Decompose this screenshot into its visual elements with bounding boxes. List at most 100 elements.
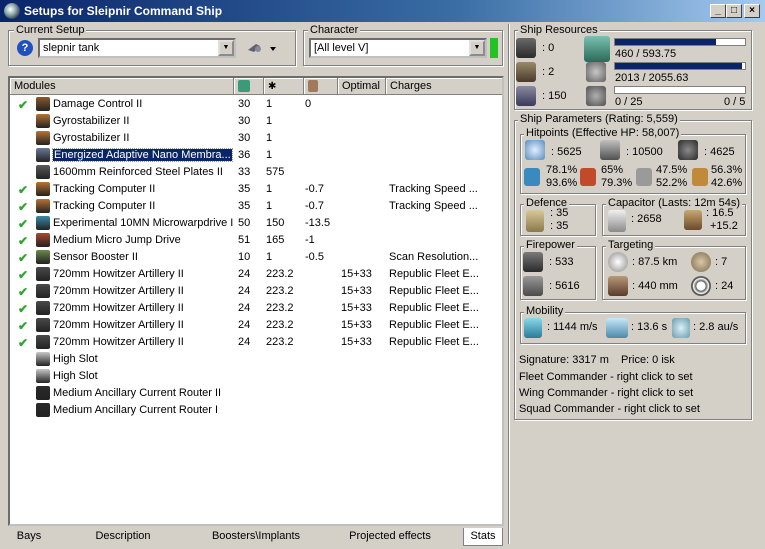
help-icon[interactable]: ? — [17, 40, 33, 56]
module-row[interactable]: ✔ 720mm Howitzer Artillery II 24 223.2 15+33… — [10, 317, 500, 334]
module-icon — [36, 182, 50, 196]
module-row[interactable]: Energized Adaptive Nano Membra... 36 1 — [10, 147, 500, 164]
module-row[interactable]: ✔ 720mm Howitzer Artillery II 24 223.2 15+33… — [10, 300, 500, 317]
max-velocity: : 1144 m/s — [547, 321, 598, 333]
module-name: Medium Ancillary Current Router I — [53, 404, 219, 416]
splitter[interactable] — [508, 24, 510, 544]
module-row[interactable]: ✔ 720mm Howitzer Artillery II 24 223.2 15+33… — [10, 334, 500, 351]
targeting-label: Targeting — [606, 239, 656, 251]
tab-projected-effects[interactable]: Projected effects — [340, 528, 440, 546]
module-name: Tracking Computer II — [53, 183, 156, 195]
thermal-resist-armor: 79.3% — [601, 177, 633, 189]
align-time-icon — [606, 318, 628, 338]
tab-description[interactable]: Description — [78, 528, 168, 546]
module-name: Medium Ancillary Current Router II — [53, 387, 222, 399]
module-capacitor: -0.7 — [305, 200, 324, 212]
module-row[interactable]: ✔ Experimental 10MN Microwarpdrive I 50 150… — [10, 215, 500, 232]
col-charges[interactable]: Charges — [386, 78, 502, 95]
module-cpu: 24 — [238, 285, 251, 297]
em-resist-shield: 78.1% — [546, 164, 578, 176]
module-row[interactable]: Medium Ancillary Current Router I — [10, 402, 500, 419]
module-powergrid: 1 — [266, 251, 273, 263]
module-powergrid: 223.2 — [266, 285, 294, 297]
capacitor-recharge-1: : 16.5 — [706, 207, 734, 219]
bottom-tabs: Bays Description Boosters\Implants Proje… — [8, 528, 503, 546]
module-name: Medium Micro Jump Drive — [53, 234, 181, 246]
chevron-down-icon[interactable]: ▼ — [218, 40, 234, 56]
module-optimal: 15+33 — [341, 336, 372, 348]
shield-hp: : 5625 — [551, 146, 582, 158]
col-optimal[interactable]: Optimal — [338, 78, 386, 95]
module-cpu: 30 — [238, 98, 251, 110]
signature-radius: Signature: 3317 m — [519, 354, 609, 366]
col-modules[interactable]: Modules — [10, 78, 234, 95]
setup-select[interactable]: slepnir tank ▼ — [38, 38, 236, 58]
launcher-count: : 2 — [542, 66, 555, 78]
modules-list[interactable]: Modules ✱ Optimal Charges ✔ Damage Contro… — [8, 76, 504, 526]
title-bar: Setups for Sleipnir Command Ship _ □ × — [0, 0, 765, 22]
wing-commander[interactable]: Wing Commander - right click to set — [519, 387, 693, 399]
module-optimal: 15+33 — [341, 285, 372, 297]
drone-bay-bar — [614, 86, 746, 94]
window-title: Setups for Sleipnir Command Ship — [24, 4, 223, 18]
module-charges: Republic Fleet E... — [389, 319, 479, 331]
module-row[interactable]: High Slot — [10, 368, 500, 385]
kinetic-resist-icon — [636, 168, 652, 186]
module-active-check: ✔ — [18, 268, 29, 282]
setup-menu-button[interactable] — [246, 40, 278, 56]
tab-boosters-implants[interactable]: Boosters\Implants — [200, 528, 312, 546]
module-icon — [36, 148, 50, 162]
sensor-strength: : 24 — [715, 280, 734, 292]
module-cpu: 10 — [238, 251, 251, 263]
module-row[interactable]: High Slot — [10, 351, 500, 368]
module-active-check: ✔ — [18, 234, 29, 248]
tab-stats[interactable]: Stats — [463, 528, 503, 546]
minimize-button[interactable]: _ — [710, 4, 726, 18]
armor-hp: : 10500 — [626, 146, 663, 158]
module-cpu: 24 — [238, 302, 251, 314]
character-status-indicator — [490, 38, 498, 58]
module-icon — [36, 301, 50, 315]
module-row[interactable]: Medium Ancillary Current Router II — [10, 385, 500, 402]
tab-bays[interactable]: Bays — [8, 528, 50, 546]
module-powergrid: 1 — [266, 149, 273, 161]
module-row[interactable]: Gyrostabilizer II 30 1 — [10, 130, 500, 147]
module-row[interactable]: ✔ Sensor Booster II 10 1 -0.5 Scan Resolution… — [10, 249, 500, 266]
fleet-commander[interactable]: Fleet Commander - right click to set — [519, 371, 693, 383]
character-select[interactable]: [All level V] ▼ — [309, 38, 487, 58]
col-capacitor[interactable] — [304, 78, 338, 95]
module-powergrid: 223.2 — [266, 268, 294, 280]
module-row[interactable]: ✔ Tracking Computer II 35 1 -0.7 Tracking Spe… — [10, 198, 500, 215]
powergrid-value: 2013 / 2055.63 — [615, 72, 689, 84]
chevron-down-icon[interactable]: ▼ — [469, 40, 485, 56]
kinetic-resist-shield: 47.5% — [656, 164, 688, 176]
current-setup-label: Current Setup — [14, 24, 87, 36]
module-row[interactable]: 1600mm Reinforced Steel Plates II 33 575 — [10, 164, 500, 181]
turret-hardpoint-icon — [516, 38, 536, 58]
module-row[interactable]: ✔ 720mm Howitzer Artillery II 24 223.2 15+33… — [10, 283, 500, 300]
thermal-resist-icon — [580, 168, 596, 186]
close-button[interactable]: × — [744, 4, 760, 18]
squad-commander[interactable]: Squad Commander - right click to set — [519, 403, 700, 415]
module-row[interactable]: ✔ Tracking Computer II 35 1 -0.7 Tracking Spe… — [10, 181, 500, 198]
module-cpu: 24 — [238, 336, 251, 348]
module-icon — [36, 131, 50, 145]
module-powergrid: 1 — [266, 183, 273, 195]
module-optimal: 15+33 — [341, 319, 372, 331]
module-row[interactable]: ✔ 720mm Howitzer Artillery II 24 223.2 15+33… — [10, 266, 500, 283]
module-name: 720mm Howitzer Artillery II — [53, 302, 184, 314]
drone-bandwidth-value: 0 / 5 — [724, 96, 746, 108]
col-cpu[interactable] — [234, 78, 264, 95]
module-charges: Republic Fleet E... — [389, 336, 479, 348]
module-row[interactable]: ✔ Damage Control II 30 1 0 — [10, 96, 500, 113]
col-powergrid[interactable]: ✱ — [264, 78, 304, 95]
module-powergrid: 1 — [266, 200, 273, 212]
module-row[interactable]: ✔ Medium Micro Jump Drive 51 165 -1 — [10, 232, 500, 249]
maximize-button[interactable]: □ — [726, 4, 742, 18]
module-active-check: ✔ — [18, 217, 29, 231]
cpu-icon — [238, 80, 250, 92]
module-cpu: 30 — [238, 115, 251, 127]
module-row[interactable]: Gyrostabilizer II 30 1 — [10, 113, 500, 130]
character-label: Character — [308, 24, 361, 36]
module-capacitor: -13.5 — [305, 217, 331, 229]
